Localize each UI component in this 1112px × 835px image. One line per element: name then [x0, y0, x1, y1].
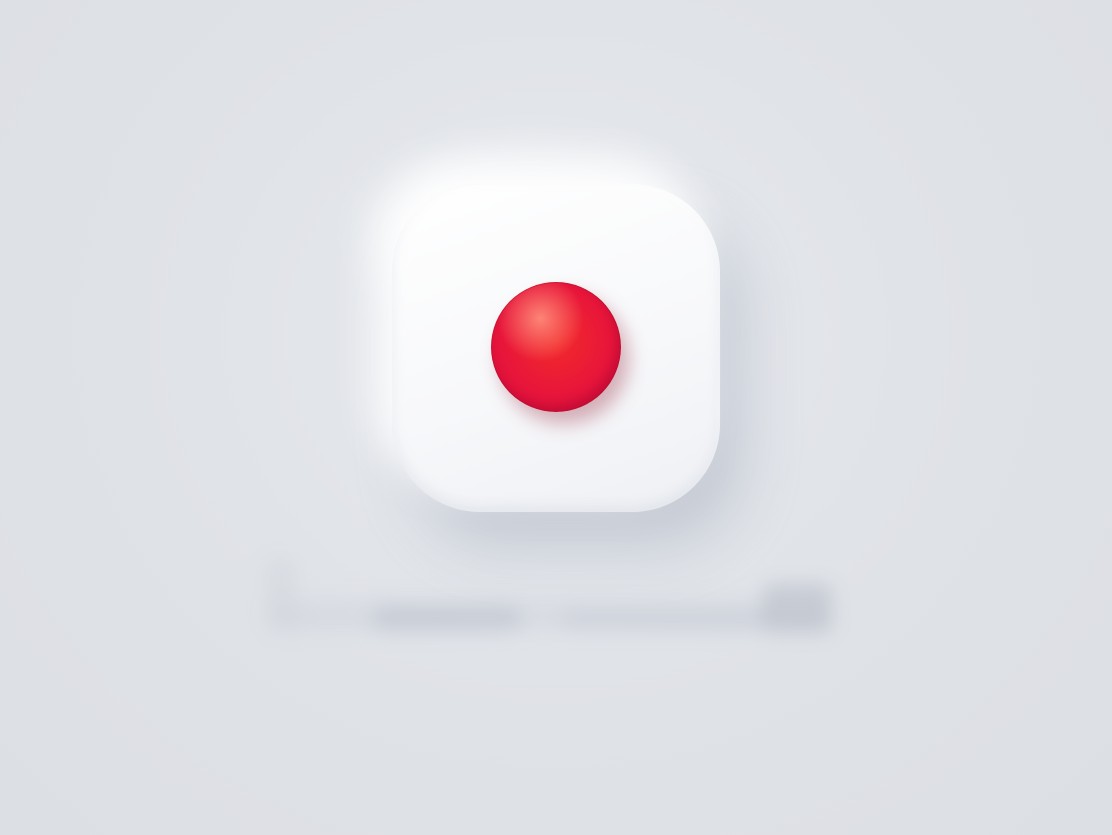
- blurred-reflection: [262, 545, 850, 645]
- reflection-shape: [562, 609, 772, 629]
- reflection-shape: [372, 605, 522, 631]
- reflection-shape: [266, 559, 296, 629]
- background: [0, 0, 1112, 835]
- record-app-icon[interactable]: [392, 184, 720, 512]
- record-dot-icon: [491, 282, 621, 412]
- reflection-shape: [762, 583, 832, 633]
